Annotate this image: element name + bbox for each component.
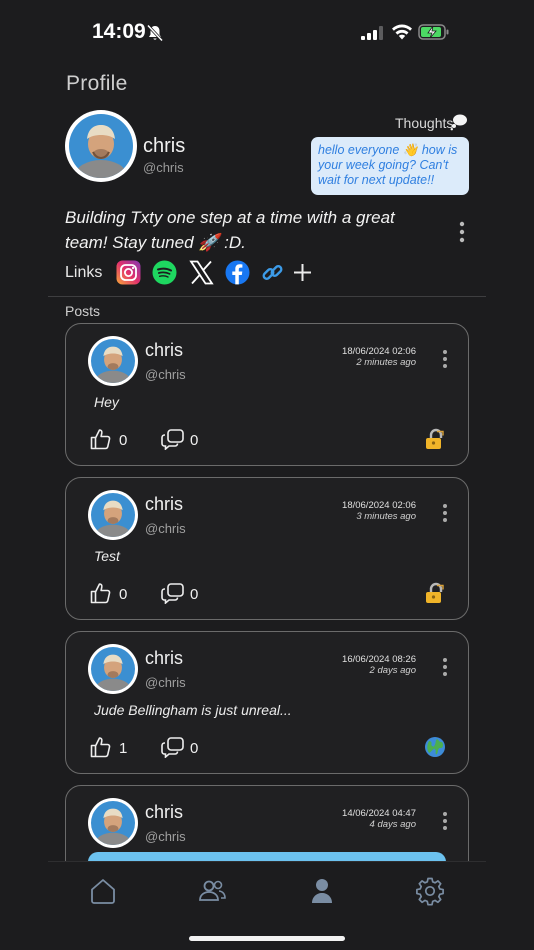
post-relative-time: 2 days ago bbox=[369, 665, 416, 676]
comment-icon[interactable] bbox=[161, 582, 185, 604]
wifi-icon bbox=[392, 24, 412, 40]
more-options-icon[interactable] bbox=[440, 810, 450, 832]
avatar-photo bbox=[91, 493, 135, 537]
profile-avatar[interactable] bbox=[65, 110, 137, 182]
cellular-signal-icon bbox=[361, 26, 383, 40]
thought-bubble[interactable]: hello everyone 👋 how is your week going?… bbox=[311, 137, 469, 195]
profile-icon[interactable] bbox=[307, 876, 337, 906]
facebook-icon[interactable] bbox=[225, 260, 250, 285]
like-count: 0 bbox=[119, 432, 128, 449]
status-time: 14:09 bbox=[92, 20, 146, 43]
post-text: Hey bbox=[94, 394, 119, 410]
battery-charging-icon bbox=[418, 24, 449, 40]
like-count: 0 bbox=[119, 586, 128, 603]
post-avatar[interactable] bbox=[88, 798, 138, 848]
avatar-photo bbox=[69, 114, 133, 178]
private-lock-icon bbox=[426, 428, 444, 449]
post-author-name: chris bbox=[145, 648, 184, 668]
bell-muted-icon bbox=[146, 24, 164, 42]
page-title: Profile bbox=[66, 72, 128, 95]
post-card[interactable]: chris @chris 18/06/2024 02:06 2 minutes … bbox=[65, 323, 469, 466]
status-bar: 14:09 bbox=[0, 0, 534, 66]
links-label: Links bbox=[65, 264, 103, 281]
public-globe-icon bbox=[425, 737, 445, 757]
profile-name: chris bbox=[143, 135, 186, 157]
friends-icon[interactable] bbox=[197, 876, 227, 906]
post-relative-time: 4 days ago bbox=[369, 819, 416, 830]
post-avatar[interactable] bbox=[88, 644, 138, 694]
home-icon[interactable] bbox=[88, 876, 118, 906]
profile-handle: @chris bbox=[143, 160, 184, 175]
settings-icon[interactable] bbox=[415, 876, 445, 906]
post-relative-time: 3 minutes ago bbox=[356, 511, 416, 522]
post-avatar[interactable] bbox=[88, 490, 138, 540]
avatar-photo bbox=[91, 801, 135, 845]
post-date: 14/06/2024 04:47 bbox=[342, 808, 416, 819]
post-avatar[interactable] bbox=[88, 336, 138, 386]
post-media-preview[interactable] bbox=[88, 852, 446, 861]
post-card[interactable]: chris @chris 16/06/2024 08:26 2 days ago… bbox=[65, 631, 469, 774]
x-icon[interactable] bbox=[189, 260, 214, 285]
like-icon[interactable] bbox=[90, 582, 112, 604]
like-icon[interactable] bbox=[90, 428, 112, 450]
link-icon[interactable] bbox=[260, 260, 285, 285]
spotify-icon[interactable] bbox=[152, 260, 177, 285]
comment-icon[interactable] bbox=[161, 736, 185, 758]
post-author-handle: @chris bbox=[145, 367, 186, 382]
like-count: 1 bbox=[119, 740, 128, 757]
post-author-name: chris bbox=[145, 494, 184, 514]
post-author-name: chris bbox=[145, 340, 184, 360]
instagram-icon[interactable] bbox=[116, 260, 141, 285]
like-icon[interactable] bbox=[90, 736, 112, 758]
more-options-icon[interactable] bbox=[440, 656, 450, 678]
posts-label: Posts bbox=[65, 303, 101, 319]
post-date: 18/06/2024 02:06 bbox=[342, 500, 416, 511]
post-author-handle: @chris bbox=[145, 829, 186, 844]
thought-bubble-icon bbox=[450, 114, 467, 131]
avatar-photo bbox=[91, 647, 135, 691]
posts-feed[interactable]: chris @chris 18/06/2024 02:06 2 minutes … bbox=[0, 320, 534, 861]
more-options-icon[interactable] bbox=[440, 348, 450, 370]
home-indicator bbox=[189, 936, 345, 941]
comment-count: 0 bbox=[190, 740, 199, 757]
post-relative-time: 2 minutes ago bbox=[356, 357, 416, 368]
post-text: Jude Bellingham is just unreal... bbox=[94, 702, 292, 718]
profile-bio: Building Txty one step at a time with a … bbox=[65, 208, 395, 252]
comment-count: 0 bbox=[190, 586, 199, 603]
divider bbox=[48, 296, 486, 297]
post-date: 16/06/2024 08:26 bbox=[342, 654, 416, 665]
thoughts-label: Thoughts bbox=[395, 115, 454, 131]
more-options-icon[interactable] bbox=[440, 502, 450, 524]
post-card[interactable]: chris @chris 14/06/2024 04:47 4 days ago bbox=[65, 785, 469, 861]
post-author-name: chris bbox=[145, 802, 184, 822]
private-lock-icon bbox=[426, 582, 444, 603]
comment-count: 0 bbox=[190, 432, 199, 449]
post-text: Test bbox=[94, 548, 120, 564]
more-options-icon[interactable] bbox=[456, 220, 468, 244]
post-author-handle: @chris bbox=[145, 675, 186, 690]
avatar-photo bbox=[91, 339, 135, 383]
add-link-icon[interactable] bbox=[290, 260, 315, 285]
post-author-handle: @chris bbox=[145, 521, 186, 536]
post-date: 18/06/2024 02:06 bbox=[342, 346, 416, 357]
comment-icon[interactable] bbox=[161, 428, 185, 450]
post-card[interactable]: chris @chris 18/06/2024 02:06 3 minutes … bbox=[65, 477, 469, 620]
